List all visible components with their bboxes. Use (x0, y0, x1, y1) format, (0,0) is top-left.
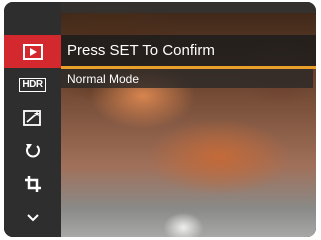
sidebar-item-rotate[interactable] (4, 134, 61, 167)
sidebar-item-playback[interactable] (4, 35, 61, 68)
sidebar-item-crop[interactable] (4, 167, 61, 200)
sidebar: HDR (4, 2, 61, 237)
sidebar-item-effect[interactable] (4, 101, 61, 134)
chevron-down-icon (26, 213, 39, 221)
crop-icon (24, 175, 41, 192)
camera-screen: HDR Press SET To Confirm Normal Mode (4, 2, 316, 237)
rotate-icon (25, 143, 40, 157)
top-strip (61, 2, 316, 13)
magic-frame-icon (22, 109, 41, 126)
selected-option[interactable]: Normal Mode (61, 69, 313, 88)
sidebar-item-more[interactable] (4, 200, 61, 233)
sidebar-item-hdr[interactable]: HDR (4, 68, 61, 101)
hdr-icon: HDR (19, 77, 46, 92)
confirm-title-bar: Press SET To Confirm (61, 35, 316, 69)
option-label: Normal Mode (67, 72, 140, 86)
play-icon (22, 43, 43, 60)
confirm-title: Press SET To Confirm (67, 42, 215, 59)
